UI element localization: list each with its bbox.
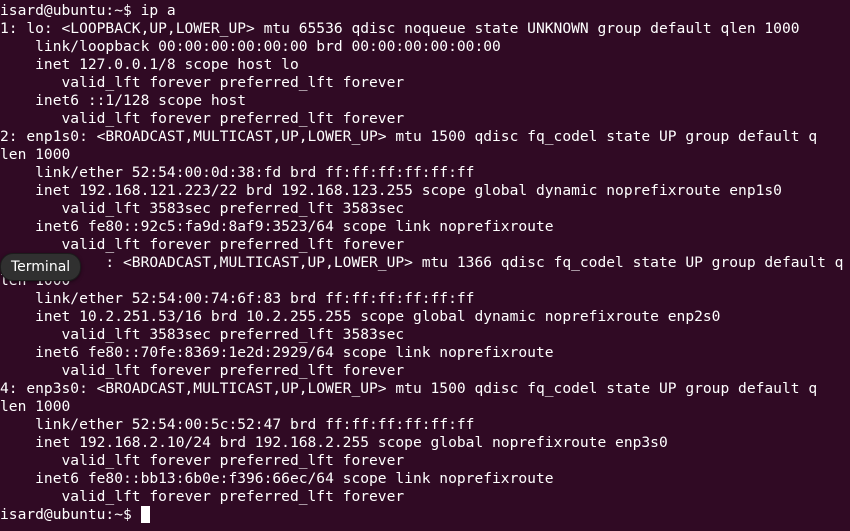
terminal-line: inet 127.0.0.1/8 scope host lo <box>0 56 299 73</box>
terminal-line: inet6 fe80::70fe:8369:1e2d:2929/64 scope… <box>0 344 554 361</box>
text-cursor <box>140 506 150 523</box>
terminal-line: link/ether 52:54:00:74:6f:83 brd ff:ff:f… <box>0 290 475 307</box>
terminal-line: valid_lft 3583sec preferred_lft 3583sec <box>0 326 405 343</box>
terminal-line: len 1000 <box>0 272 850 290</box>
terminal-tooltip: Terminal <box>0 253 82 281</box>
terminal-line: valid_lft forever preferred_lft forever <box>0 488 405 505</box>
terminal-line: valid_lft forever preferred_lft forever <box>0 452 405 469</box>
terminal-line: 4: enp3s0: <BROADCAST,MULTICAST,UP,LOWER… <box>0 380 818 397</box>
terminal-line: valid_lft 3583sec preferred_lft 3583sec <box>0 200 405 217</box>
terminal-line: inet6 fe80::bb13:6b0e:f396:66ec/64 scope… <box>0 470 554 487</box>
terminal-window[interactable]: isard@ubuntu:~$ ip a 1: lo: <LOOPBACK,UP… <box>0 0 850 531</box>
terminal-line: inet 192.168.2.10/24 brd 192.168.2.255 s… <box>0 434 668 451</box>
terminal-line: 1: lo: <LOOPBACK,UP,LOWER_UP> mtu 65536 … <box>0 20 800 37</box>
terminal-line: inet6 fe80::92c5:fa9d:8af9:3523/64 scope… <box>0 218 554 235</box>
terminal-line: len 1000 <box>0 398 71 415</box>
command-prompt: isard@ubuntu:~$ <box>0 506 132 523</box>
terminal-line: inet6 ::1/128 scope host <box>0 92 247 109</box>
terminal-line: link/loopback 00:00:00:00:00:00 brd 00:0… <box>0 38 501 55</box>
terminal-line: len 1000 <box>0 146 71 163</box>
terminal-line: inet 10.2.251.53/16 brd 10.2.255.255 sco… <box>0 308 721 325</box>
terminal-line: valid_lft forever preferred_lft forever <box>0 236 405 253</box>
terminal-line: 2: enp1s0: <BROADCAST,MULTICAST,UP,LOWER… <box>0 128 818 145</box>
terminal-line: link/ether 52:54:00:5c:52:47 brd ff:ff:f… <box>0 416 475 433</box>
terminal-line: inet 192.168.121.223/22 brd 192.168.123.… <box>0 182 782 199</box>
terminal-line: isard@ubuntu:~$ ip a <box>0 2 176 19</box>
terminal-line: link/ether 52:54:00:0d:38:fd brd ff:ff:f… <box>0 164 475 181</box>
terminal-line: valid_lft forever preferred_lft forever <box>0 74 405 91</box>
terminal-line: : <BROADCAST,MULTICAST,UP,LOWER_UP> mtu … <box>0 254 844 271</box>
command-prompt-line[interactable]: isard@ubuntu:~$ <box>0 506 850 524</box>
terminal-line: valid_lft forever preferred_lft forever <box>0 110 405 127</box>
terminal-line: valid_lft forever preferred_lft forever <box>0 362 405 379</box>
terminal-output[interactable]: isard@ubuntu:~$ ip a 1: lo: <LOOPBACK,UP… <box>0 2 850 524</box>
